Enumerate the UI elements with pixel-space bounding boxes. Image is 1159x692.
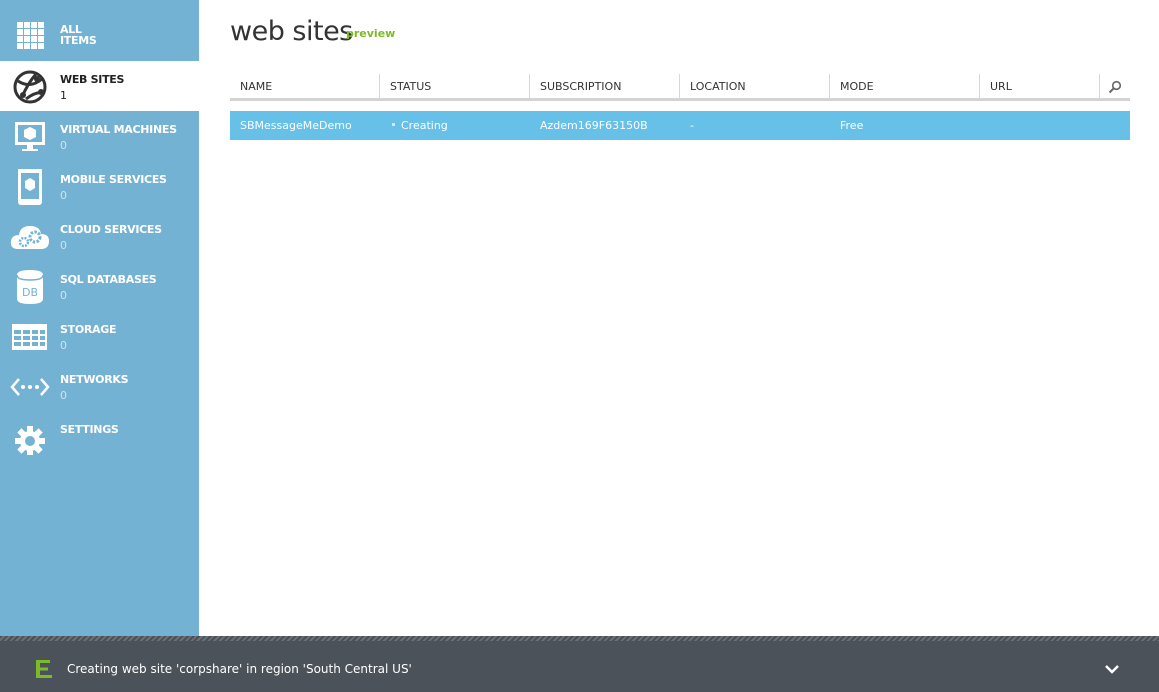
status-indicator-icon: [392, 123, 395, 126]
search-icon: [1108, 79, 1122, 98]
cell-location: -: [690, 119, 694, 132]
cell-status: Creating: [380, 111, 530, 140]
monitor-icon: [10, 119, 50, 155]
sidebar-item-label: STORAGE: [60, 323, 117, 336]
column-header-mode[interactable]: MODE: [830, 74, 980, 98]
sidebar-item-web-sites[interactable]: WEB SITES 1: [0, 61, 199, 111]
sidebar-item-label: NETWORKS: [60, 373, 129, 386]
sidebar-item-count: 0: [60, 239, 67, 252]
sidebar-item-label: CLOUD SERVICES: [60, 223, 162, 236]
all-items-label-line2: ITEMS: [60, 34, 97, 47]
cell-name[interactable]: SBMessageMeDemo: [230, 111, 380, 140]
globe-icon: [10, 69, 50, 105]
table-header: NAME STATUS SUBSCRIPTION LOCATION MODE U…: [230, 74, 1130, 101]
sidebar-item-label: MOBILE SERVICES: [60, 173, 167, 186]
cell-subscription: Azdem169F63150B: [540, 119, 648, 132]
column-header-subscription[interactable]: SUBSCRIPTION: [530, 74, 680, 98]
search-button[interactable]: [1100, 74, 1130, 98]
sidebar-item-storage[interactable]: STORAGE 0: [0, 311, 199, 361]
main-content: web sites preview NAME STATUS SUBSCRIPTI…: [199, 0, 1159, 636]
column-header-url[interactable]: URL: [980, 74, 1100, 98]
sidebar-item-virtual-machines[interactable]: VIRTUAL MACHINES 0: [0, 111, 199, 161]
all-items-label: ALL ITEMS: [60, 24, 97, 47]
database-icon: DB: [10, 269, 50, 305]
progress-icon: [36, 660, 52, 678]
network-icon: [10, 369, 50, 405]
sidebar-item-label: SQL DATABASES: [60, 273, 157, 286]
sidebar-item-settings[interactable]: SETTINGS: [0, 411, 199, 461]
sidebar-item-label: WEB SITES: [60, 73, 125, 86]
sidebar-item-count: 0: [60, 389, 67, 402]
sidebar-item-mobile-services[interactable]: MOBILE SERVICES 0: [0, 161, 199, 211]
cell-url[interactable]: [980, 111, 1130, 140]
sidebar-item-count: 0: [60, 289, 67, 302]
table-row[interactable]: SBMessageMeDemo Creating Azdem169F63150B…: [230, 111, 1130, 140]
sidebar-item-sql-databases[interactable]: DB SQL DATABASES 0: [0, 261, 199, 311]
sidebar: ALL ITEMS WEB SITES 1 VIRTUAL MACHINES 0…: [0, 0, 199, 636]
sidebar-item-networks[interactable]: NETWORKS 0: [0, 361, 199, 411]
column-header-name[interactable]: NAME: [230, 74, 380, 98]
column-header-status[interactable]: STATUS: [380, 74, 530, 98]
sidebar-item-label: SETTINGS: [60, 423, 119, 436]
sidebar-item-cloud-services[interactable]: CLOUD SERVICES 0: [0, 211, 199, 261]
grid-icon: [10, 18, 50, 54]
sidebar-item-count: 0: [60, 139, 67, 152]
sidebar-item-count: 1: [60, 89, 67, 102]
sidebar-item-count: 0: [60, 339, 67, 352]
notification-message: Creating web site 'corpshare' in region …: [67, 662, 412, 676]
gear-icon: [10, 419, 50, 455]
mobile-phone-icon: [10, 169, 50, 205]
cloud-gears-icon: [10, 219, 50, 255]
notification-bar: Creating web site 'corpshare' in region …: [0, 641, 1159, 692]
cell-status-text: Creating: [401, 119, 448, 132]
preview-badge: preview: [346, 27, 396, 40]
sidebar-item-all-items[interactable]: ALL ITEMS: [0, 10, 199, 60]
page-title: web sites: [230, 16, 353, 47]
storage-table-icon: [10, 319, 50, 355]
cell-mode: Free: [840, 119, 864, 132]
column-header-location[interactable]: LOCATION: [680, 74, 830, 98]
azure-portal: ALL ITEMS WEB SITES 1 VIRTUAL MACHINES 0…: [0, 0, 1159, 692]
svg-text:DB: DB: [22, 286, 38, 299]
chevron-down-icon[interactable]: [1103, 661, 1121, 675]
sidebar-item-count: 0: [60, 189, 67, 202]
sidebar-item-label: VIRTUAL MACHINES: [60, 123, 177, 136]
